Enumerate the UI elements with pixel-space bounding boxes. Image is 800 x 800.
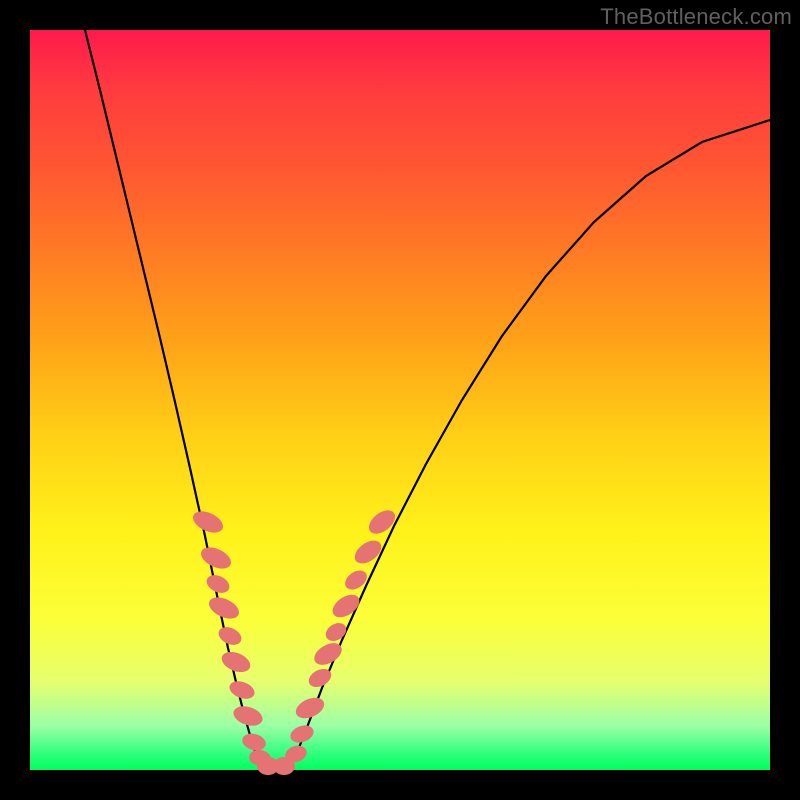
chart-svg [30, 30, 770, 770]
bottleneck-curve [85, 30, 770, 768]
data-marker [204, 572, 233, 597]
data-marker [288, 722, 316, 745]
data-marker [322, 619, 349, 644]
chart-frame: TheBottleneck.com [0, 0, 800, 800]
data-marker [365, 506, 400, 539]
data-marker [240, 731, 267, 753]
data-marker [227, 678, 257, 702]
marker-group [190, 506, 400, 775]
data-marker [190, 507, 227, 537]
data-marker [219, 648, 254, 676]
data-marker [351, 536, 386, 568]
data-marker [198, 543, 235, 573]
data-marker [342, 567, 371, 594]
watermark-text: TheBottleneck.com [600, 4, 792, 30]
data-marker [216, 624, 245, 649]
plot-area [30, 30, 770, 770]
data-marker [206, 593, 243, 623]
data-marker [231, 703, 265, 729]
